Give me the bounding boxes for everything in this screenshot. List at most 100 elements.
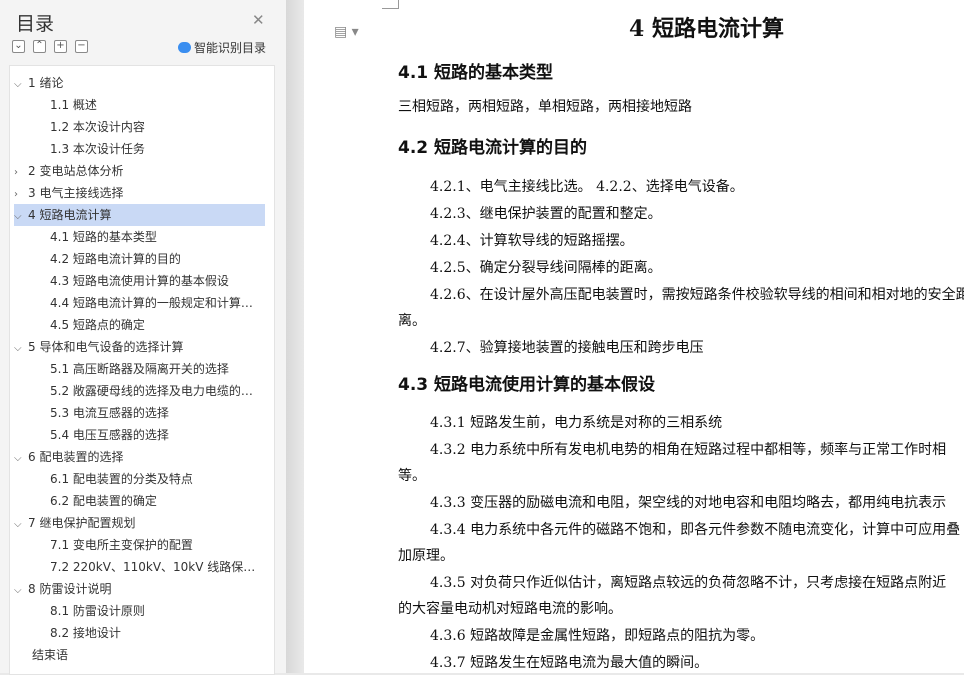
toc-section-item[interactable]: 5.2 敞露硬母线的选择及电力电缆的选择 [50, 380, 258, 402]
toc-item-label: 1.2 本次设计内容 [50, 120, 145, 134]
smart-recognize-button[interactable]: 智能识别目录 [178, 39, 266, 56]
toc-item-label: 5.3 电流互感器的选择 [50, 406, 169, 420]
toc-item-label: 1.3 本次设计任务 [50, 142, 145, 156]
toc-item-label: 4.3 短路电流使用计算的基本假设 [50, 274, 229, 288]
paragraph: 加原理。 [398, 548, 454, 564]
toc-item-label: 4.2 短路电流计算的目的 [50, 252, 181, 266]
paragraph: 4.3.6 短路故障是金属性短路，即短路点的阻抗为零。 [430, 628, 765, 644]
toc-chapter-item[interactable]: ⌵ 4 短路电流计算 [14, 204, 265, 226]
toc-section-item[interactable]: 4.2 短路电流计算的目的 [50, 248, 258, 270]
section-heading-4-3: 4.3 短路电流使用计算的基本假设 [398, 375, 656, 395]
paragraph: 4.3.3 变压器的励磁电流和电阻，架空线的对地电容和电阻均略去，都用纯电抗表示 [430, 495, 947, 511]
toc-sidebar: 目录 ✕ ⌄ ⌃ + − 智能识别目录 ⌵ 1 绪论 1.1 概述 1.2 本次设计内… [0, 0, 286, 675]
section-heading-4-1: 4.1 短路的基本类型 [398, 63, 554, 83]
toc-item-label: 5.4 电压互感器的选择 [50, 428, 169, 442]
cloud-icon [178, 42, 191, 53]
toc-item-label: 4 短路电流计算 [28, 208, 112, 222]
paragraph: 4.3.5 对负荷只作近似估计，离短路点较远的负荷忽略不计，只考虑接在短路点附近 [430, 575, 947, 591]
add-level-icon[interactable]: + [54, 40, 67, 53]
paragraph: 4.2.4、计算软导线的短路摇摆。 [430, 233, 634, 249]
toc-chapter-item[interactable]: ⌵ 8 防雷设计说明 [14, 578, 265, 600]
toc-chapter-item[interactable]: ⌵ 5 导体和电气设备的选择计算 [14, 336, 265, 358]
toc-section-item[interactable]: 5.1 高压断路器及隔离开关的选择 [50, 358, 258, 380]
paragraph: 的大容量电动机对短路电流的影响。 [398, 601, 622, 617]
smart-recognize-label: 智能识别目录 [194, 41, 267, 55]
toc-section-item[interactable]: 1.3 本次设计任务 [50, 138, 258, 160]
page-corner-mark [382, 0, 399, 9]
toc-section-item[interactable]: 4.4 短路电流计算的一般规定和计算步骤 [50, 292, 258, 314]
toc-item-label: 6.1 配电装置的分类及特点 [50, 472, 193, 486]
chapter-title: 4 短路电流计算 [629, 16, 784, 42]
toc-item-label: 5.2 敞露硬母线的选择及电力电缆的选择 [50, 384, 258, 398]
toc-item-label: 7.2 220kV、110kV、10kV 线路保护配置 [50, 560, 258, 574]
toc-item-label: 4.4 短路电流计算的一般规定和计算步骤 [50, 296, 258, 310]
toc-item-label: 6.2 配电装置的确定 [50, 494, 157, 508]
close-icon[interactable]: ✕ [252, 11, 265, 29]
toc-section-item[interactable]: 6.2 配电装置的确定 [50, 490, 258, 512]
toc-section-item[interactable]: 5.4 电压互感器的选择 [50, 424, 258, 446]
toc-chapter-item[interactable]: 结束语 [14, 644, 265, 666]
toc-chapter-item[interactable]: ⌵ 1 绪论 [14, 72, 265, 94]
toc-chapter-item[interactable]: › 3 电气主接线选择 [14, 182, 265, 204]
paragraph: 4.3.7 短路发生在短路电流为最大值的瞬间。 [430, 655, 709, 671]
expand-all-icon[interactable]: ⌄ [12, 40, 25, 53]
toc-item-label: 8.1 防雷设计原则 [50, 604, 145, 618]
toc-item-label: 1.1 概述 [50, 98, 97, 112]
paragraph: 4.3.1 短路发生前，电力系统是对称的三相系统 [430, 415, 723, 431]
toc-chapter-item[interactable]: › 2 变电站总体分析 [14, 160, 265, 182]
page-gutter [286, 0, 304, 673]
chevron-down-icon[interactable]: ⌵ [14, 74, 28, 94]
paragraph: 4.2.7、验算接地装置的接触电压和跨步电压 [430, 340, 704, 356]
section-heading-4-2: 4.2 短路电流计算的目的 [398, 138, 588, 158]
toc-item-label: 7 继电保护配置规划 [28, 516, 136, 530]
toc-section-item[interactable]: 4.5 短路点的确定 [50, 314, 258, 336]
toc-section-item[interactable]: 8.1 防雷设计原则 [50, 600, 258, 622]
paragraph: 4.3.2 电力系统中所有发电机电势的相角在短路过程中都相等，频率与正常工作时相 [430, 442, 947, 458]
chevron-right-icon[interactable]: › [14, 184, 28, 204]
paragraph: 离。 [398, 313, 426, 329]
toc-section-item[interactable]: 8.2 接地设计 [50, 622, 258, 644]
toc-chapter-item[interactable]: ⌵ 7 继电保护配置规划 [14, 512, 265, 534]
toc-section-item[interactable]: 1.2 本次设计内容 [50, 116, 258, 138]
toc-title: 目录 [16, 13, 55, 35]
paragraph: 4.2.5、确定分裂导线间隔棒的距离。 [430, 260, 662, 276]
paragraph: 4.2.6、在设计屋外高压配电装置时，需按短路条件校验软导线的相间和相对地的安全… [430, 287, 964, 303]
toc-item-label: 4.1 短路的基本类型 [50, 230, 157, 244]
collapse-all-icon[interactable]: ⌃ [33, 40, 46, 53]
toc-item-label: 5.1 高压断路器及隔离开关的选择 [50, 362, 229, 376]
toc-item-label: 8.2 接地设计 [50, 626, 121, 640]
toc-item-label: 2 变电站总体分析 [28, 164, 124, 178]
toc-list: ⌵ 1 绪论 1.1 概述 1.2 本次设计内容 1.3 本次设计任务 › 2 变电站总体分… [9, 65, 275, 675]
toc-section-item[interactable]: 4.3 短路电流使用计算的基本假设 [50, 270, 258, 292]
chevron-down-icon[interactable]: ⌵ [14, 514, 28, 534]
toc-item-label: 1 绪论 [28, 76, 64, 90]
paragraph: 4.2.1、电气主接线比选。 4.2.2、选择电气设备。 [430, 179, 744, 195]
toc-item-label: 5 导体和电气设备的选择计算 [28, 340, 184, 354]
paragraph: 等。 [398, 468, 426, 484]
toc-item-label: 7.1 变电所主变保护的配置 [50, 538, 193, 552]
remove-level-icon[interactable]: − [75, 40, 88, 53]
toc-item-label: 6 配电装置的选择 [28, 450, 124, 464]
paragraph: 4.3.4 电力系统中各元件的磁路不饱和，即各元件参数不随电流变化，计算中可应用… [430, 522, 961, 538]
toc-section-item[interactable]: 5.3 电流互感器的选择 [50, 402, 258, 424]
toc-item-label: 8 防雷设计说明 [28, 582, 112, 596]
toc-section-item[interactable]: 1.1 概述 [50, 94, 258, 116]
toc-item-label: 4.5 短路点的确定 [50, 318, 145, 332]
page-format-icon[interactable]: ▤ ▾ [334, 24, 359, 40]
toc-section-item[interactable]: 7.1 变电所主变保护的配置 [50, 534, 258, 556]
toc-chapter-item[interactable]: ⌵ 6 配电装置的选择 [14, 446, 265, 468]
toc-section-item[interactable]: 6.1 配电装置的分类及特点 [50, 468, 258, 490]
chevron-down-icon[interactable]: ⌵ [14, 338, 28, 358]
toc-section-item[interactable]: 4.1 短路的基本类型 [50, 226, 258, 248]
toc-section-item[interactable]: 7.2 220kV、110kV、10kV 线路保护配置 [50, 556, 258, 578]
document-page: ▤ ▾ 4 短路电流计算 4.1 短路的基本类型 三相短路，两相短路，单相短路，… [304, 0, 964, 673]
chevron-down-icon[interactable]: ⌵ [14, 580, 28, 600]
chevron-down-icon[interactable]: ⌵ [14, 206, 28, 226]
toc-item-label: 3 电气主接线选择 [28, 186, 124, 200]
toc-toolbar: ⌄ ⌃ + − [12, 40, 88, 53]
chevron-right-icon[interactable]: › [14, 162, 28, 182]
paragraph: 三相短路，两相短路，单相短路，两相接地短路 [398, 99, 692, 115]
chevron-down-icon[interactable]: ⌵ [14, 448, 28, 468]
paragraph: 4.2.3、继电保护装置的配置和整定。 [430, 206, 662, 222]
toc-item-label: 结束语 [32, 648, 69, 662]
